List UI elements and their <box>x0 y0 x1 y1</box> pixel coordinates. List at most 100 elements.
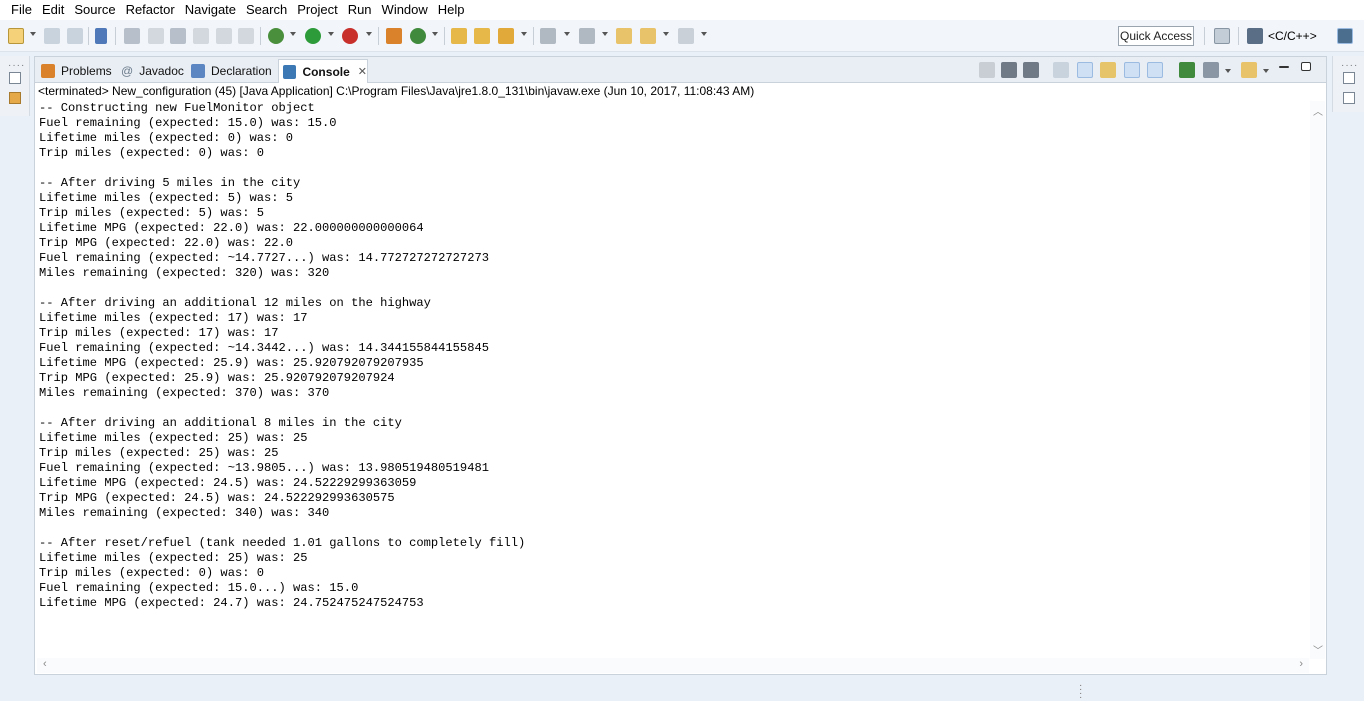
clear-console-icon[interactable] <box>1053 62 1069 78</box>
tab-label: Problems <box>61 64 112 78</box>
minimize-icon[interactable] <box>1279 66 1289 68</box>
scroll-up-icon[interactable]: ︿ <box>1313 103 1323 118</box>
console-line: Lifetime MPG (expected: 25.9) was: 25.92… <box>39 356 424 370</box>
toolbar-separator <box>88 27 89 45</box>
scroll-down-icon[interactable]: ﹀ <box>1313 642 1323 657</box>
search-icon[interactable] <box>498 28 514 44</box>
restore-icon[interactable] <box>9 72 21 84</box>
console-line: -- After driving 5 miles in the city <box>39 176 301 190</box>
open-console-icon[interactable] <box>1241 62 1257 78</box>
java-perspective-icon[interactable] <box>1337 28 1353 44</box>
next-edit-location-icon[interactable] <box>540 28 556 44</box>
restore-icon[interactable] <box>1343 72 1355 84</box>
highlight-icon[interactable] <box>148 28 164 44</box>
external-tools-dropdown-arrow-icon[interactable] <box>366 32 372 36</box>
forward-dropdown-arrow-icon[interactable] <box>701 32 707 36</box>
horizontal-scrollbar[interactable]: ‹ › <box>37 658 1309 673</box>
console-line: Lifetime miles (expected: 25) was: 25 <box>39 551 308 565</box>
new-icon[interactable] <box>8 28 24 44</box>
console-line: Fuel remaining (expected: ~13.9805...) w… <box>39 461 489 475</box>
format-icon[interactable] <box>193 28 209 44</box>
menu-item-help[interactable]: Help <box>433 0 470 20</box>
menu-item-edit[interactable]: Edit <box>37 0 69 20</box>
pin-console-icon[interactable] <box>1179 62 1195 78</box>
menu-item-project[interactable]: Project <box>292 0 342 20</box>
display-console-dropdown-arrow-icon[interactable] <box>1225 69 1231 73</box>
vertical-scrollbar[interactable]: ︿ ﹀ <box>1310 101 1325 659</box>
console-line: -- Constructing new FuelMonitor object <box>39 101 315 115</box>
console-line: Trip miles (expected: 25) was: 25 <box>39 446 279 460</box>
next-edit-dropdown-arrow-icon[interactable] <box>564 32 570 36</box>
word-wrap-icon[interactable] <box>1100 62 1116 78</box>
new-java-class-icon[interactable] <box>410 28 426 44</box>
debug-dropdown-arrow-icon[interactable] <box>290 32 296 36</box>
previous-edit-location-icon[interactable] <box>579 28 595 44</box>
save-icon[interactable] <box>44 28 60 44</box>
search-dropdown-arrow-icon[interactable] <box>521 32 527 36</box>
console-line: Miles remaining (expected: 340) was: 340 <box>39 506 330 520</box>
external-tools-icon[interactable] <box>342 28 358 44</box>
scroll-right-icon[interactable]: › <box>1299 658 1303 670</box>
drag-handle-icon[interactable]: ···· <box>8 60 25 71</box>
toolbar-separator <box>1238 27 1239 45</box>
show-on-error-icon[interactable] <box>1147 62 1163 78</box>
new-class-dropdown-arrow-icon[interactable] <box>432 32 438 36</box>
run-dropdown-arrow-icon[interactable] <box>328 32 334 36</box>
run-icon[interactable] <box>305 28 321 44</box>
display-selected-console-icon[interactable] <box>1203 62 1219 78</box>
scroll-left-icon[interactable]: ‹ <box>43 658 47 670</box>
outline-icon[interactable] <box>1343 92 1355 104</box>
last-edit-location-icon[interactable] <box>616 28 632 44</box>
quick-access-field[interactable]: Quick Access <box>1118 26 1194 46</box>
terminate-icon[interactable] <box>979 62 995 78</box>
menu-item-file[interactable]: File <box>6 0 37 20</box>
skip-breakpoints-icon[interactable] <box>95 28 107 44</box>
console-line: -- After driving an additional 12 miles … <box>39 296 431 310</box>
scroll-lock-icon[interactable] <box>1077 62 1093 78</box>
menu-item-source[interactable]: Source <box>69 0 120 20</box>
new-java-package-icon[interactable] <box>386 28 402 44</box>
menu-item-run[interactable]: Run <box>343 0 377 20</box>
maximize-icon[interactable] <box>1301 62 1311 71</box>
tab-javadoc[interactable]: @ Javadoc <box>121 59 187 83</box>
back-dropdown-arrow-icon[interactable] <box>663 32 669 36</box>
tab-declaration[interactable]: Declaration <box>191 59 275 83</box>
menu-item-navigate[interactable]: Navigate <box>180 0 241 20</box>
menu-item-window[interactable]: Window <box>377 0 433 20</box>
cpp-perspective-icon[interactable] <box>1247 28 1263 44</box>
open-perspective-icon[interactable] <box>1214 28 1230 44</box>
remove-launch-icon[interactable] <box>1001 62 1017 78</box>
package-explorer-icon[interactable] <box>9 92 21 104</box>
next-annotation-icon[interactable] <box>170 28 186 44</box>
console-output[interactable]: -- Constructing new FuelMonitor object Fu… <box>39 101 1309 653</box>
status-grip-icon[interactable]: · · · · <box>1079 681 1082 701</box>
back-icon[interactable] <box>640 28 656 44</box>
tab-label: Console <box>302 64 350 79</box>
tab-problems[interactable]: Problems <box>39 59 113 83</box>
console-line: Lifetime miles (expected: 25) was: 25 <box>39 431 308 445</box>
open-task-icon[interactable] <box>474 28 490 44</box>
tab-console[interactable]: Console ✕ <box>278 59 368 83</box>
open-console-dropdown-arrow-icon[interactable] <box>1263 69 1269 73</box>
menu-bar: File Edit Source Refactor Navigate Search Proj… <box>0 0 1364 20</box>
console-line: Fuel remaining (expected: ~14.7727...) w… <box>39 251 489 265</box>
show-on-output-icon[interactable] <box>1124 62 1140 78</box>
menu-item-refactor[interactable]: Refactor <box>121 0 180 20</box>
remove-all-terminated-icon[interactable] <box>1023 62 1039 78</box>
menu-item-search[interactable]: Search <box>241 0 292 20</box>
previous-edit-dropdown-arrow-icon[interactable] <box>602 32 608 36</box>
close-icon[interactable]: ✕ <box>358 65 367 78</box>
drag-handle-icon[interactable]: ···· <box>1341 60 1358 71</box>
block-selection-icon[interactable] <box>216 28 232 44</box>
save-all-icon[interactable] <box>67 28 83 44</box>
forward-icon[interactable] <box>678 28 694 44</box>
show-whitespace-icon[interactable] <box>238 28 254 44</box>
open-type-icon[interactable] <box>451 28 467 44</box>
perspective-label[interactable]: <C/C++> <box>1268 29 1317 43</box>
new-dropdown-arrow-icon[interactable] <box>30 32 36 36</box>
toggle-mark-icon[interactable] <box>124 28 140 44</box>
status-bar <box>0 680 1364 701</box>
main-toolbar: Quick Access <C/C++> <box>0 20 1364 52</box>
debug-icon[interactable] <box>268 28 284 44</box>
console-line: Miles remaining (expected: 320) was: 320 <box>39 266 330 280</box>
